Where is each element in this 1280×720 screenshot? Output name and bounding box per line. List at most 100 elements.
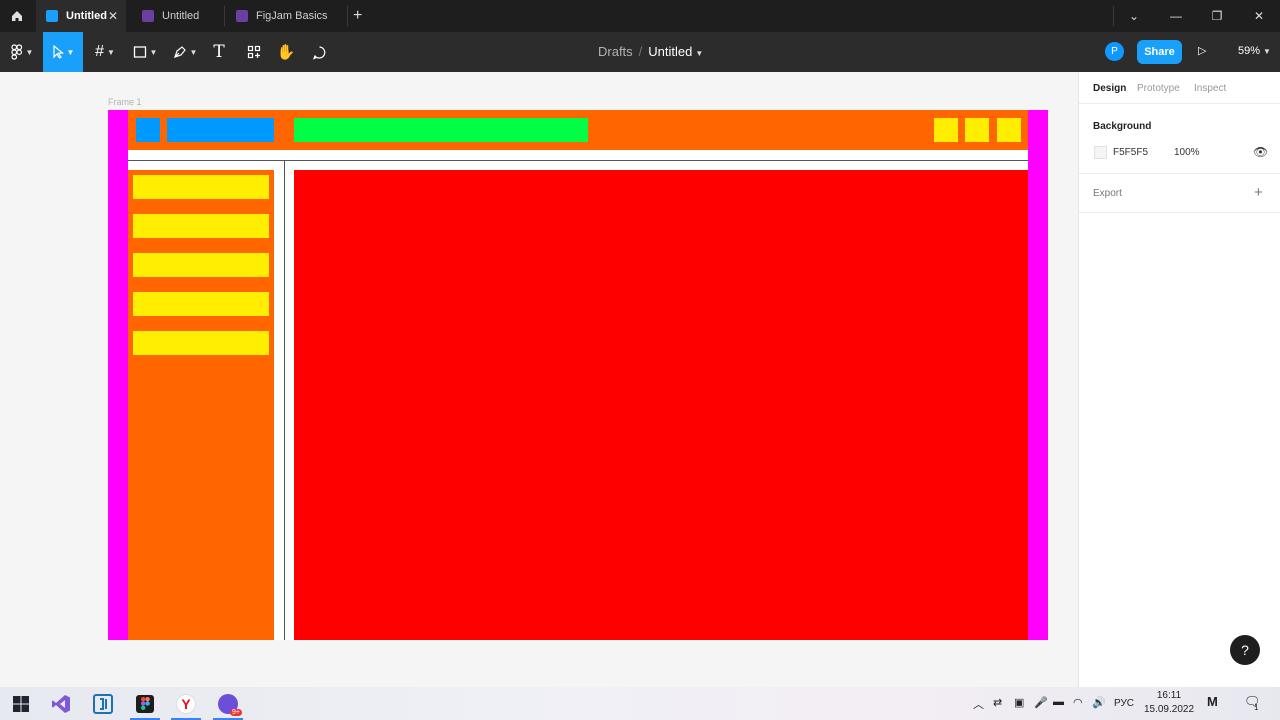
- text-tool-button[interactable]: T: [207, 32, 231, 72]
- header-title-block[interactable]: [167, 118, 274, 142]
- sidebar-item-block[interactable]: [133, 253, 269, 277]
- browser-tab-bar: Untitled ✕ Untitled FigJam Basics + ⌄ — …: [0, 0, 1280, 32]
- sidebar-item-block[interactable]: [133, 331, 269, 355]
- tab-untitled-2[interactable]: Untitled: [132, 0, 222, 32]
- header-search-block[interactable]: [294, 118, 588, 142]
- file-name[interactable]: Untitled: [648, 44, 692, 59]
- hand-tool-button[interactable]: ✋: [274, 32, 298, 72]
- tab-label: FigJam Basics: [256, 10, 328, 22]
- comment-tool-button[interactable]: [307, 32, 331, 72]
- close-icon[interactable]: ✕: [108, 9, 118, 23]
- divider-line-vertical: [284, 160, 285, 640]
- chevron-down-icon[interactable]: ▼: [695, 49, 703, 58]
- left-magenta-bar[interactable]: [108, 110, 128, 640]
- zoom-value: 59%: [1238, 45, 1261, 57]
- comment-icon: [312, 45, 325, 60]
- tab-label: Untitled: [162, 10, 200, 22]
- tab-divider: [224, 6, 225, 26]
- share-button[interactable]: Share: [1137, 40, 1182, 64]
- design-canvas[interactable]: Frame 1: [0, 72, 1078, 687]
- pen-tool-button[interactable]: ▼: [168, 32, 202, 72]
- wifi-icon[interactable]: ◠: [1073, 696, 1083, 709]
- header-icon-block-2[interactable]: [965, 118, 989, 142]
- tray-app-icon[interactable]: M: [1207, 694, 1218, 709]
- divider-line: [128, 160, 1028, 161]
- background-color-swatch[interactable]: [1094, 146, 1107, 159]
- show-hidden-icons-chevron-icon[interactable]: ︿: [973, 696, 984, 712]
- tab-divider: [347, 6, 348, 26]
- text-icon: T: [213, 42, 225, 62]
- main-content-block[interactable]: [294, 170, 1028, 640]
- background-heading: Background: [1093, 121, 1152, 132]
- window-close-icon[interactable]: ✕: [1238, 0, 1280, 32]
- minimize-icon[interactable]: —: [1155, 0, 1197, 32]
- components-icon: [247, 45, 261, 59]
- rectangle-icon: [133, 46, 146, 58]
- avatar-initial: P: [1111, 46, 1118, 57]
- panel-divider: [1079, 103, 1280, 104]
- zoom-dropdown[interactable]: 59% ▼: [1238, 45, 1271, 57]
- messenger-app-icon[interactable]: 9+: [209, 687, 247, 720]
- volume-icon[interactable]: 🔊: [1092, 696, 1106, 709]
- shape-tool-button[interactable]: ▼: [128, 32, 162, 72]
- tab-list-chevron-icon[interactable]: ⌄: [1113, 0, 1155, 32]
- tray-settings-icon[interactable]: ⇄: [993, 696, 1002, 709]
- os-taskbar: Y 9+ ︿ ⇄ ▣ 🎤 ▬ ◠ 🔊 РУС 16:11 15.09.2022 …: [0, 687, 1280, 720]
- properties-panel: Design Prototype Inspect Background F5F5…: [1078, 72, 1280, 687]
- eye-visibility-icon[interactable]: 👁: [1253, 145, 1268, 159]
- input-language-indicator[interactable]: РУС: [1114, 698, 1134, 709]
- tab-label: Untitled: [66, 10, 107, 22]
- frame-1[interactable]: [108, 110, 1048, 640]
- visual-studio-icon[interactable]: [42, 687, 80, 720]
- editor-app-icon[interactable]: [84, 687, 122, 720]
- sidebar-item-block[interactable]: [133, 214, 269, 238]
- breadcrumb-separator: /: [638, 44, 643, 59]
- breadcrumb: Drafts / Untitled ▼: [598, 44, 703, 59]
- tab-inspect[interactable]: Inspect: [1194, 83, 1226, 94]
- background-hex-input[interactable]: F5F5F5: [1113, 147, 1148, 158]
- tray-device-icon[interactable]: ▣: [1014, 696, 1024, 709]
- header-icon-block-1[interactable]: [934, 118, 958, 142]
- windows-start-icon[interactable]: [2, 687, 40, 720]
- frame-tool-button[interactable]: # ▼: [88, 32, 122, 72]
- sidebar-block[interactable]: [128, 170, 274, 640]
- figma-file-icon: [46, 10, 58, 22]
- header-icon-block-3[interactable]: [997, 118, 1021, 142]
- clock-time: 16:11: [1156, 690, 1182, 701]
- tab-design[interactable]: Design: [1093, 83, 1126, 94]
- header-logo-block[interactable]: [136, 118, 160, 142]
- background-opacity-input[interactable]: 100%: [1174, 147, 1200, 158]
- tab-untitled-active[interactable]: Untitled ✕: [36, 0, 126, 32]
- figjam-file-icon: [142, 10, 154, 22]
- microphone-icon[interactable]: 🎤: [1034, 696, 1048, 709]
- cursor-icon: [52, 45, 64, 59]
- figjam-file-icon: [236, 10, 248, 22]
- hand-icon: ✋: [276, 44, 296, 61]
- figma-logo-icon: [10, 44, 22, 60]
- main-menu-button[interactable]: ▼: [4, 32, 40, 72]
- pen-icon: [173, 46, 186, 58]
- figma-taskbar-icon[interactable]: [126, 687, 164, 720]
- panel-divider: [1079, 173, 1280, 174]
- notification-count-badge: 1: [1254, 703, 1259, 712]
- tab-figjam-basics[interactable]: FigJam Basics: [226, 0, 346, 32]
- sidebar-item-block[interactable]: [133, 175, 269, 199]
- battery-icon[interactable]: ▬: [1053, 696, 1064, 708]
- system-clock[interactable]: 16:11 15.09.2022: [1142, 689, 1196, 717]
- restore-icon[interactable]: ❐: [1196, 0, 1238, 32]
- move-tool-button[interactable]: ▼: [43, 32, 83, 72]
- resources-tool-button[interactable]: [242, 32, 266, 72]
- add-export-plus-icon[interactable]: +: [1254, 184, 1263, 201]
- frame-label[interactable]: Frame 1: [108, 97, 142, 107]
- breadcrumb-drafts[interactable]: Drafts: [598, 44, 633, 59]
- help-button[interactable]: ?: [1230, 635, 1260, 665]
- frame-icon: #: [95, 43, 104, 60]
- new-tab-plus-icon[interactable]: +: [353, 7, 362, 25]
- right-magenta-bar[interactable]: [1028, 110, 1048, 640]
- sidebar-item-block[interactable]: [133, 292, 269, 316]
- tab-prototype[interactable]: Prototype: [1137, 83, 1180, 94]
- present-play-icon[interactable]: ▷: [1198, 44, 1206, 57]
- user-avatar[interactable]: P: [1105, 42, 1124, 61]
- home-icon[interactable]: [0, 0, 34, 32]
- yandex-browser-icon[interactable]: Y: [167, 687, 205, 720]
